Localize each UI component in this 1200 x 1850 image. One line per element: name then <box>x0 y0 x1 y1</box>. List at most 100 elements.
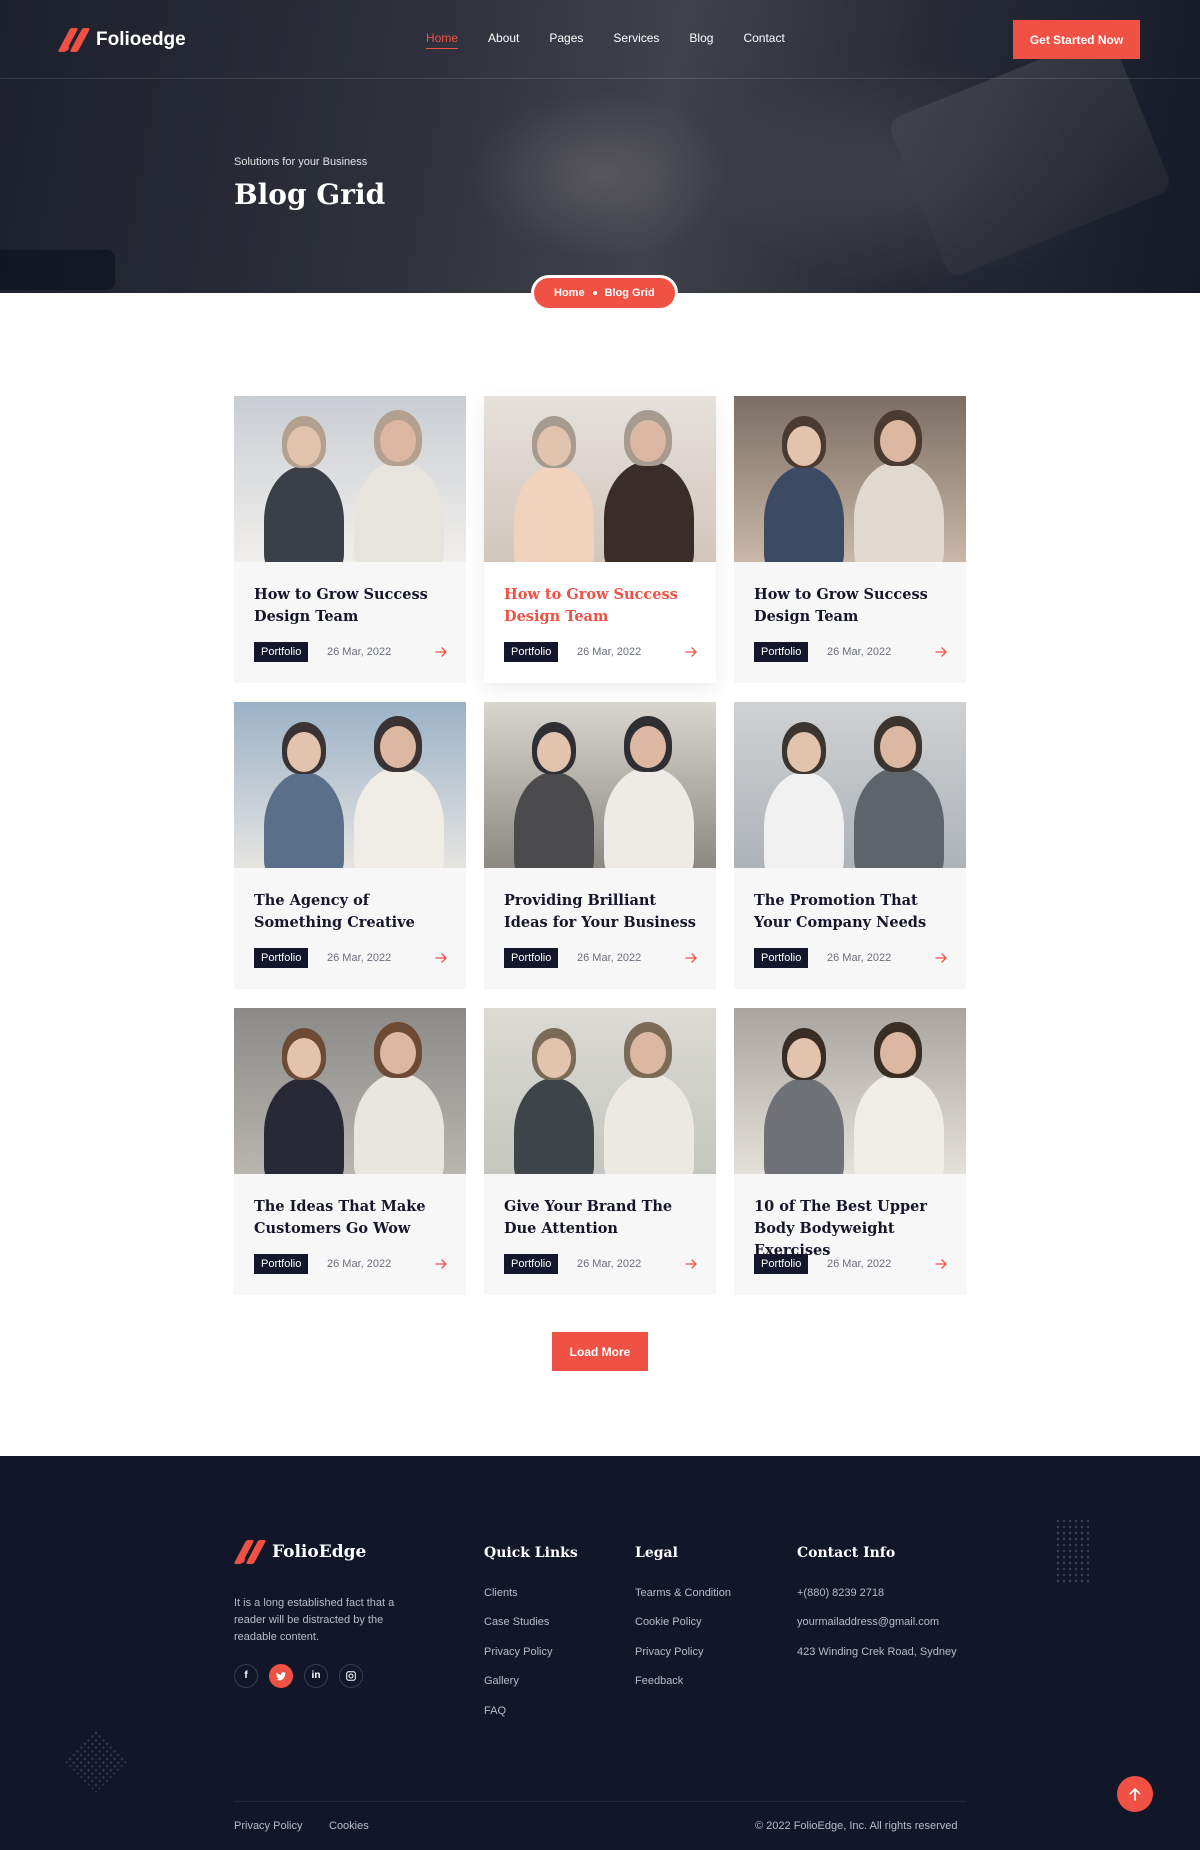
arrow-right-icon[interactable] <box>432 1254 450 1274</box>
blog-card[interactable]: Providing Brilliant Ideas for Your Busin… <box>484 702 716 989</box>
footer-logo[interactable]: FolioEdge <box>233 1540 366 1564</box>
nav-services[interactable]: Services <box>613 31 659 49</box>
photo-figure <box>787 1038 821 1078</box>
category-badge[interactable]: Portfolio <box>254 948 309 968</box>
category-badge[interactable]: Portfolio <box>254 1254 309 1274</box>
blog-card-title[interactable]: How to Grow Success Design Team <box>504 584 704 628</box>
photo-figure <box>264 466 344 562</box>
facebook-icon[interactable]: f <box>234 1664 258 1688</box>
breadcrumb-current: Blog Grid <box>604 287 655 299</box>
nav-home[interactable]: Home <box>426 31 459 49</box>
contact-email[interactable]: yourmailaddress@gmail.com <box>797 1616 939 1628</box>
photo-figure <box>880 420 916 462</box>
photo-figure <box>880 726 916 768</box>
legal-title: Legal <box>635 1545 678 1561</box>
blog-card[interactable]: How to Grow Success Design Team Portfolio… <box>734 396 966 683</box>
contact-phone[interactable]: +(880) 8239 2718 <box>797 1587 884 1599</box>
nav-blog[interactable]: Blog <box>689 31 713 49</box>
footer-link-faq[interactable]: FAQ <box>484 1705 506 1717</box>
blog-card-title[interactable]: How to Grow Success Design Team <box>254 584 454 628</box>
footer: FolioEdge It is a long established fact … <box>0 1456 1200 1850</box>
blog-card-image[interactable] <box>484 396 716 562</box>
blog-card-title[interactable]: How to Grow Success Design Team <box>754 584 954 628</box>
breadcrumb-home[interactable]: Home <box>554 287 585 299</box>
nav-about[interactable]: About <box>488 31 519 49</box>
blog-card-title[interactable]: The Promotion That Your Company Needs <box>754 890 954 934</box>
blog-card[interactable]: Give Your Brand The Due Attention Portfol… <box>484 1008 716 1295</box>
arrow-right-icon[interactable] <box>932 1254 950 1274</box>
blog-card[interactable]: How to Grow Success Design Team Portfolio… <box>484 396 716 683</box>
page-title: Blog Grid <box>234 178 386 211</box>
blog-card-image[interactable] <box>734 1008 966 1174</box>
arrow-right-icon[interactable] <box>432 642 450 662</box>
photo-figure <box>604 767 694 868</box>
footer-bottom-privacy[interactable]: Privacy Policy <box>234 1820 302 1832</box>
blog-card-title[interactable]: The Ideas That Make Customers Go Wow <box>254 1196 454 1240</box>
photo-figure <box>380 1032 416 1074</box>
copyright: © 2022 FolioEdge, Inc. All rights reserv… <box>755 1820 958 1832</box>
back-to-top-button[interactable] <box>1117 1776 1153 1812</box>
photo-figure <box>514 466 594 562</box>
post-date: 26 Mar, 2022 <box>827 646 892 658</box>
blog-card[interactable]: The Agency of Something Creative Portfoli… <box>234 702 466 989</box>
nav-contact[interactable]: Contact <box>743 31 784 49</box>
photo-figure <box>537 426 571 466</box>
blog-card-image[interactable] <box>234 702 466 868</box>
footer-link-privacy[interactable]: Privacy Policy <box>484 1646 552 1658</box>
category-badge[interactable]: Portfolio <box>254 642 309 662</box>
photo-figure <box>514 772 594 868</box>
footer-link-feedback[interactable]: Feedback <box>635 1675 683 1687</box>
footer-link-terms[interactable]: Tearms & Condition <box>635 1587 731 1599</box>
logo[interactable]: Folioedge <box>57 28 186 52</box>
photo-figure <box>264 1078 344 1174</box>
photo-figure <box>604 1073 694 1174</box>
logo-mark-icon <box>233 1540 267 1564</box>
blog-card-image[interactable] <box>234 1008 466 1174</box>
get-started-button[interactable]: Get Started Now <box>1013 20 1140 59</box>
photo-figure <box>764 466 844 562</box>
category-badge[interactable]: Portfolio <box>754 642 809 662</box>
blog-card-title[interactable]: 10 of The Best Upper Body Bodyweight Exe… <box>754 1196 954 1262</box>
footer-link-case-studies[interactable]: Case Studies <box>484 1616 549 1628</box>
footer-link-gallery[interactable]: Gallery <box>484 1675 519 1687</box>
category-badge[interactable]: Portfolio <box>504 948 559 968</box>
footer-link-legal-privacy[interactable]: Privacy Policy <box>635 1646 703 1658</box>
nav-pages[interactable]: Pages <box>549 31 583 49</box>
blog-card-image[interactable] <box>734 396 966 562</box>
twitter-icon[interactable] <box>269 1664 293 1688</box>
arrow-right-icon[interactable] <box>932 642 950 662</box>
blog-card-image[interactable] <box>484 702 716 868</box>
photo-figure <box>287 426 321 466</box>
footer-link-clients[interactable]: Clients <box>484 1587 518 1599</box>
linkedin-icon[interactable]: in <box>304 1664 328 1688</box>
category-badge[interactable]: Portfolio <box>754 948 809 968</box>
blog-card-image[interactable] <box>734 702 966 868</box>
footer-divider <box>234 1801 966 1802</box>
category-badge[interactable]: Portfolio <box>754 1254 809 1274</box>
blog-card[interactable]: 10 of The Best Upper Body Bodyweight Exe… <box>734 1008 966 1295</box>
arrow-right-icon[interactable] <box>932 948 950 968</box>
blog-card[interactable]: The Promotion That Your Company Needs Por… <box>734 702 966 989</box>
photo-figure <box>380 726 416 768</box>
instagram-icon[interactable] <box>339 1664 363 1688</box>
post-date: 26 Mar, 2022 <box>827 952 892 964</box>
arrow-right-icon[interactable] <box>682 642 700 662</box>
category-badge[interactable]: Portfolio <box>504 642 559 662</box>
blog-card-image[interactable] <box>234 396 466 562</box>
footer-bottom-cookies[interactable]: Cookies <box>329 1820 369 1832</box>
category-badge[interactable]: Portfolio <box>504 1254 559 1274</box>
footer-link-cookie-policy[interactable]: Cookie Policy <box>635 1616 702 1628</box>
photo-figure <box>354 1073 444 1174</box>
blog-card-title[interactable]: The Agency of Something Creative <box>254 890 454 934</box>
blog-card-title[interactable]: Give Your Brand The Due Attention <box>504 1196 704 1240</box>
blog-card-title[interactable]: Providing Brilliant Ideas for Your Busin… <box>504 890 704 934</box>
photo-figure <box>287 732 321 772</box>
blog-card[interactable]: How to Grow Success Design Team Portfolio… <box>234 396 466 683</box>
photo-figure <box>630 726 666 768</box>
arrow-right-icon[interactable] <box>682 948 700 968</box>
blog-card[interactable]: The Ideas That Make Customers Go Wow Port… <box>234 1008 466 1295</box>
arrow-right-icon[interactable] <box>432 948 450 968</box>
arrow-right-icon[interactable] <box>682 1254 700 1274</box>
load-more-button[interactable]: Load More <box>552 1332 648 1371</box>
blog-card-image[interactable] <box>484 1008 716 1174</box>
